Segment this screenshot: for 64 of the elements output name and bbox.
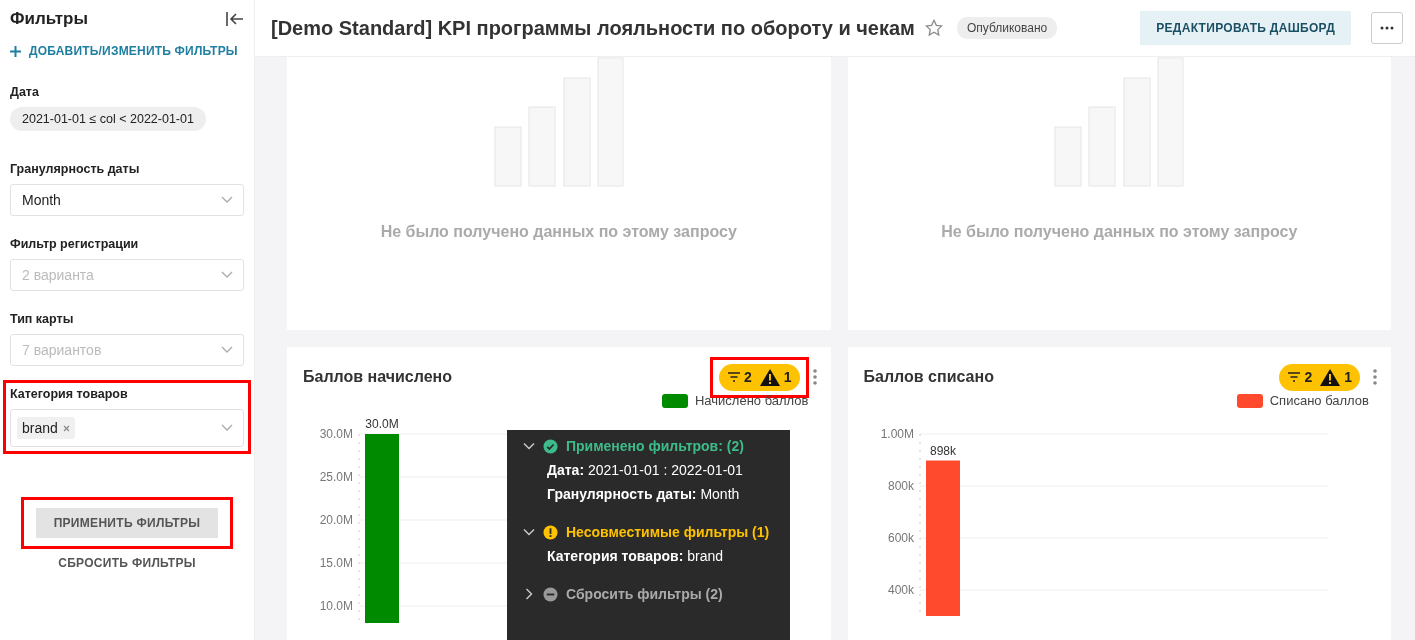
axis-tick-label: 20.0M [319, 513, 353, 527]
more-icon [1380, 26, 1394, 30]
sidebar-title: Фильтры [10, 9, 88, 29]
more-vertical-icon[interactable] [812, 369, 817, 385]
axis-tick-label: 10.0M [319, 599, 353, 613]
more-vertical-icon[interactable] [1373, 369, 1377, 385]
select-field[interactable]: Month [10, 184, 244, 216]
filter-label: Тип карты [10, 312, 75, 326]
axis-tick-label: 30.0M [319, 427, 353, 441]
filter-status-badge[interactable]: 2 1 [1279, 363, 1360, 391]
chevron-down-icon [523, 440, 535, 452]
axis-tick-label: 25.0M [319, 470, 353, 484]
axis-tick-label: 400k [887, 583, 914, 597]
axis-tick-label: 15.0M [319, 556, 353, 570]
warning-circle-icon [543, 524, 558, 540]
chevron-down-icon [523, 526, 535, 538]
more-button[interactable] [1371, 12, 1403, 44]
star-icon[interactable] [924, 19, 943, 37]
collapse-icon[interactable] [226, 12, 244, 26]
filter-status-badge[interactable]: 2 1 [718, 363, 800, 391]
legend-label: Списано баллов [1269, 393, 1369, 408]
axis-tick-label: 600k [887, 531, 914, 545]
filter-icon [726, 371, 741, 383]
chevron-down-icon [221, 196, 233, 204]
legend-swatch [1236, 393, 1263, 408]
popup-section-header[interactable]: Применено фильтров: (2) [523, 438, 774, 454]
chevron-right-icon [523, 588, 535, 600]
axis-tick-label: 800k [887, 479, 914, 493]
applied-filter-text: Категория товаров: brand [547, 548, 725, 564]
applied-filter-text: Дата: 2021-01-01 : 2022-01-01 [547, 462, 744, 478]
value-label: 898k [929, 443, 956, 458]
reset-filters-button[interactable]: СБРОСИТЬ ФИЛЬТРЫ [52, 555, 202, 571]
warning-icon [758, 367, 781, 387]
tag[interactable]: brand [17, 417, 75, 439]
multi-select-field[interactable]: brand [10, 409, 244, 447]
popup-section-header[interactable]: Сбросить фильтры (2) [523, 586, 774, 602]
filter-label: Гранулярность даты [10, 162, 141, 176]
chevron-down-icon [221, 271, 233, 279]
value-label: 30.0M [365, 417, 399, 431]
apply-filters-button[interactable]: ПРИМЕНИТЬ ФИЛЬТРЫ [35, 508, 219, 538]
edit-dashboard-button[interactable]: РЕДАКТИРОВАТЬ ДАШБОРД [1140, 11, 1351, 45]
warning-icon [1319, 367, 1342, 387]
dashboard-title: [Demo Standard] KPI программы лояльности по обороту и чекам [271, 16, 915, 40]
close-icon[interactable] [62, 424, 70, 432]
legend-swatch [661, 393, 688, 408]
plus-icon [10, 45, 21, 57]
applied-filter-text: Гранулярность даты: Month [547, 486, 741, 502]
date-range-chip[interactable]: 2021-01-01 ≤ col < 2022-01-01 [10, 107, 206, 131]
popup-section-header[interactable]: Несовместимые фильтры (1) [523, 524, 774, 540]
status-badge: Опубликовано [956, 17, 1058, 39]
filter-label: Категория товаров [10, 387, 129, 401]
filter-icon [1287, 371, 1302, 383]
minus-circle-icon [543, 586, 558, 602]
filter-label: Фильтр регистрации [10, 237, 140, 251]
chart-title: Баллов списано [863, 368, 994, 386]
add-filters-link[interactable]: ДОБАВИТЬ/ИЗМЕНИТЬ ФИЛЬТРЫ [10, 44, 244, 58]
filter-label: Дата [10, 85, 40, 99]
check-circle-icon [543, 438, 558, 454]
no-data-message: Не было получено данных по этому запросу [941, 223, 1298, 241]
chevron-down-icon [221, 346, 233, 354]
chevron-down-icon [221, 424, 233, 432]
axis-tick-label: 1.00M [880, 427, 914, 441]
no-data-message: Не было получено данных по этому запросу [380, 223, 737, 241]
chart-title: Баллов начислено [303, 368, 453, 386]
